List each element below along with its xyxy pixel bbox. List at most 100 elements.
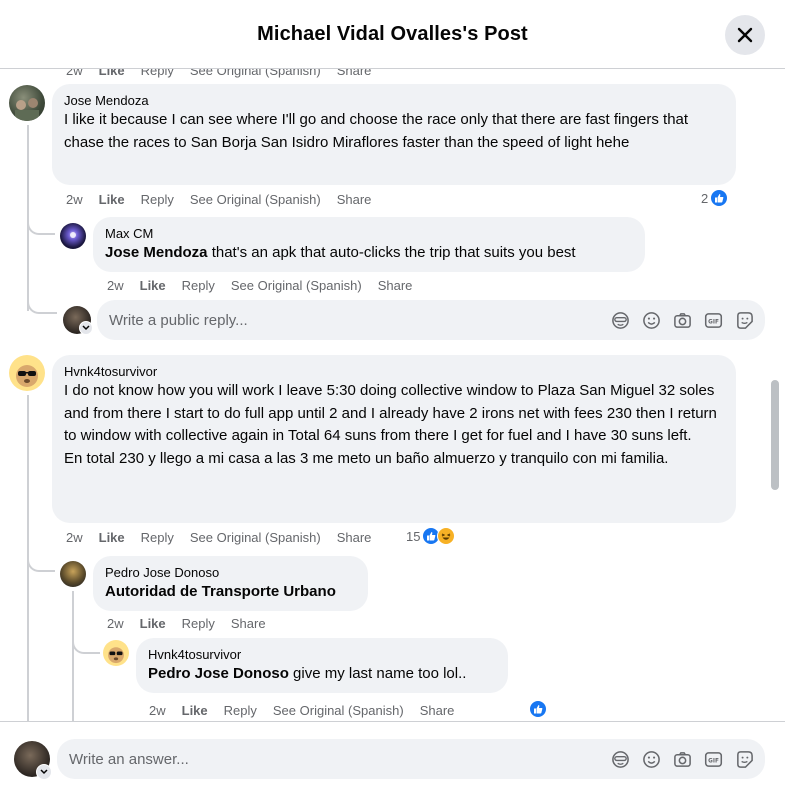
thread-connector — [27, 215, 55, 235]
avatar[interactable] — [9, 355, 45, 391]
comment-bubble: Jose Mendoza I like it because I can see… — [52, 84, 736, 185]
see-original-link[interactable]: See Original (Spanish) — [190, 530, 321, 545]
reply-link[interactable]: Reply — [141, 69, 174, 78]
reply-author[interactable]: Max CM — [105, 225, 633, 242]
camera-icon[interactable] — [672, 310, 693, 331]
dog-sunglasses-avatar-icon — [16, 365, 38, 387]
avatar-sticker-icon[interactable] — [610, 749, 631, 770]
emoji-icon[interactable] — [641, 749, 662, 770]
mention-link[interactable]: Pedro Jose Donoso — [148, 665, 289, 682]
mention-link[interactable]: Jose Mendoza — [105, 244, 208, 261]
reply-actions: 2w Like Reply See Original (Spanish) Sha… — [149, 702, 470, 718]
timestamp[interactable]: 2w — [149, 703, 166, 718]
thread-connector — [27, 300, 57, 314]
comment-author[interactable]: Hvnk4tosurvivor — [64, 363, 724, 380]
see-original-link[interactable]: See Original (Spanish) — [273, 703, 404, 718]
thread-connector — [72, 637, 100, 654]
reply-placeholder: Write a public reply... — [109, 311, 248, 329]
composer-tools: GIF — [610, 749, 765, 770]
reply-text: Pedro Jose Donoso give my last name too … — [148, 663, 496, 686]
avatar-sticker-icon[interactable] — [610, 310, 631, 331]
emoji-icon[interactable] — [641, 310, 662, 331]
account-switch-badge[interactable] — [36, 764, 52, 780]
scrollbar-thumb[interactable] — [771, 380, 779, 490]
reaction-summary[interactable]: 2 — [701, 189, 729, 207]
comment-text: I like it because I can see where I'll g… — [64, 111, 689, 151]
comment-actions-cut: 2w Like Reply See Original (Spanish) Sha… — [66, 69, 387, 78]
haha-reaction-icon — [437, 527, 456, 545]
gif-icon[interactable]: GIF — [703, 310, 724, 331]
chevron-down-icon — [82, 325, 90, 331]
share-link[interactable]: Share — [337, 69, 372, 78]
camera-icon[interactable] — [672, 749, 693, 770]
sticker-icon[interactable] — [734, 749, 755, 770]
timestamp[interactable]: 2w — [107, 278, 124, 293]
see-original-link[interactable]: See Original (Spanish) — [231, 278, 362, 293]
comment-actions: 2w Like Reply See Original (Spanish) Sha… — [66, 191, 387, 207]
avatar[interactable] — [60, 561, 86, 587]
reply-link[interactable]: Reply — [182, 616, 215, 631]
like-link[interactable]: Like — [140, 616, 166, 631]
like-reaction-icon[interactable] — [529, 700, 547, 718]
comment-text: I do not know how you will work I leave … — [64, 382, 717, 467]
reply-bubble: Max CM Jose Mendoza that's an apk that a… — [93, 217, 645, 272]
see-original-link[interactable]: See Original (Spanish) — [190, 192, 321, 207]
reply-body: give my last name too lol.. — [288, 665, 467, 682]
reply-link[interactable]: Reply — [224, 703, 257, 718]
answer-input[interactable]: Write an answer... GIF — [57, 739, 765, 779]
reply-author[interactable]: Hvnk4tosurvivor — [148, 646, 496, 663]
reply-link[interactable]: Reply — [141, 192, 174, 207]
like-link[interactable]: Like — [140, 278, 166, 293]
reply-actions: 2w Like Reply See Original (Spanish) Sha… — [107, 277, 428, 293]
timestamp: 2w — [66, 69, 83, 78]
like-link[interactable]: Like — [99, 530, 125, 545]
timestamp[interactable]: 2w — [107, 616, 124, 631]
reply-link[interactable]: Reply — [182, 278, 215, 293]
timestamp[interactable]: 2w — [66, 530, 83, 545]
comments-scroll-area[interactable]: 2w Like Reply See Original (Spanish) Sha… — [0, 69, 785, 721]
reply-link[interactable]: Reply — [141, 530, 174, 545]
composer-tools: GIF — [610, 310, 765, 331]
reply-bubble: Pedro Jose Donoso Autoridad de Transport… — [93, 556, 368, 611]
svg-text:GIF: GIF — [708, 758, 719, 764]
close-button[interactable] — [725, 15, 765, 55]
svg-text:GIF: GIF — [708, 319, 719, 325]
like-link[interactable]: Like — [99, 192, 125, 207]
sticker-icon[interactable] — [734, 310, 755, 331]
share-link[interactable]: Share — [337, 530, 372, 545]
comment-bubble: Hvnk4tosurvivor I do not know how you wi… — [52, 355, 736, 523]
public-reply-input[interactable]: Write a public reply... GIF — [97, 300, 765, 340]
avatar-photo-icon — [15, 98, 39, 121]
share-link[interactable]: Share — [337, 192, 372, 207]
like-link[interactable]: Like — [182, 703, 208, 718]
share-link[interactable]: Share — [378, 278, 413, 293]
close-icon — [737, 27, 753, 43]
thread-connector — [27, 552, 55, 572]
reply-author[interactable]: Pedro Jose Donoso — [105, 564, 356, 581]
share-link[interactable]: Share — [231, 616, 266, 631]
mention-link[interactable]: Autoridad de Transporte Urbano — [105, 583, 336, 600]
reaction-summary[interactable]: 15 — [406, 527, 456, 545]
avatar[interactable] — [103, 640, 129, 666]
reaction-count: 2 — [701, 190, 709, 206]
dialog-title: Michael Vidal Ovalles's Post — [257, 22, 528, 45]
answer-composer: Write an answer... GIF — [0, 721, 785, 795]
reply-text: Jose Mendoza that's an apk that auto-cli… — [105, 242, 633, 265]
comment-author[interactable]: Jose Mendoza — [64, 92, 724, 109]
avatar[interactable] — [9, 85, 45, 121]
reply-body: that's an apk that auto-clicks the trip … — [207, 244, 576, 261]
see-original-link[interactable]: See Original (Spanish) — [190, 69, 321, 78]
avatar[interactable] — [60, 223, 86, 249]
account-switch-badge[interactable] — [79, 321, 93, 335]
thread-line — [72, 591, 74, 721]
timestamp[interactable]: 2w — [66, 192, 83, 207]
gif-icon[interactable]: GIF — [703, 749, 724, 770]
post-dialog-header: Michael Vidal Ovalles's Post — [0, 0, 785, 69]
dog-sunglasses-avatar-icon — [108, 647, 124, 664]
reply-bubble: Hvnk4tosurvivor Pedro Jose Donoso give m… — [136, 638, 508, 693]
reaction-count: 15 — [406, 528, 421, 544]
answer-placeholder: Write an answer... — [69, 750, 189, 768]
like-reaction-icon — [710, 189, 729, 207]
share-link[interactable]: Share — [420, 703, 455, 718]
like-link[interactable]: Like — [99, 69, 125, 78]
